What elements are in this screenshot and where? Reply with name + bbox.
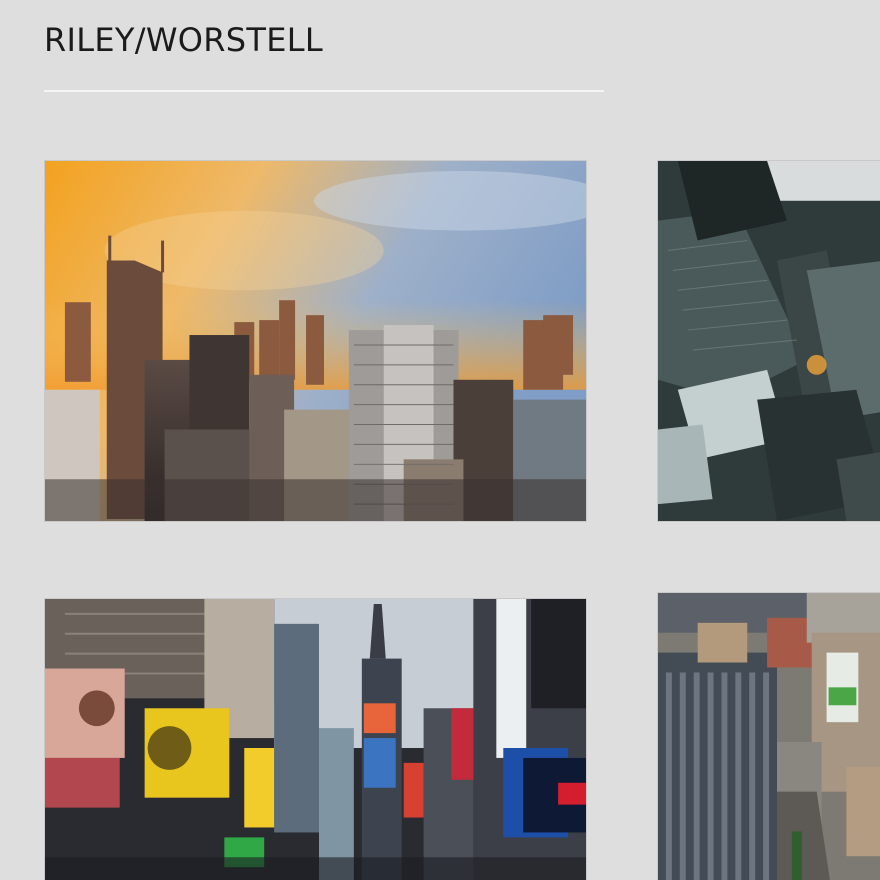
- portfolio-page: RILEY/WORSTELL: [0, 0, 880, 880]
- gallery-item-sunset-skyline[interactable]: [44, 160, 587, 522]
- aerial-street-photo: [658, 593, 880, 880]
- times-square-photo: [45, 599, 586, 880]
- gallery-item-times-square[interactable]: [44, 598, 587, 880]
- site-title[interactable]: RILEY/WORSTELL: [44, 21, 323, 59]
- aerial-skyscrapers-photo: [658, 161, 880, 521]
- gallery-item-aerial-skyscrapers[interactable]: [657, 160, 880, 522]
- sunset-skyline-photo: [45, 161, 586, 521]
- gallery-item-aerial-street[interactable]: [657, 592, 880, 880]
- title-divider: [44, 90, 604, 92]
